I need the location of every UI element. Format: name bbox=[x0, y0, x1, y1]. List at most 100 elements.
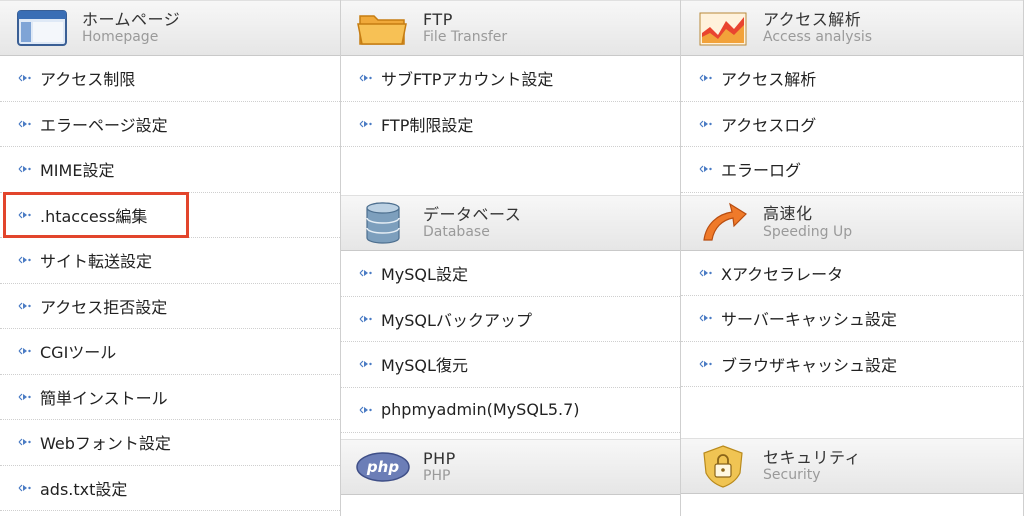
php-title: PHP bbox=[423, 448, 456, 468]
menu-item-label: CGIツール bbox=[40, 343, 117, 363]
arrow-icon bbox=[18, 482, 32, 494]
folder-icon bbox=[355, 5, 411, 51]
database-subtitle: Database bbox=[423, 224, 490, 241]
ftp-section-header: FTP File Transfer bbox=[341, 0, 680, 56]
menu-item-label: ブラウザキャッシュ設定 bbox=[721, 355, 898, 375]
homepage-section-header: ホームページ Homepage bbox=[0, 0, 340, 56]
menu-item-label: サイト転送設定 bbox=[40, 252, 153, 272]
menu-item-label: MySQLバックアップ bbox=[381, 310, 532, 330]
menu-item-mime[interactable]: MIME設定 bbox=[0, 147, 340, 193]
lock-icon bbox=[695, 443, 751, 489]
menu-item-phpmyadmin[interactable]: phpmyadmin(MySQL5.7) bbox=[341, 388, 680, 433]
security-subtitle: Security bbox=[763, 467, 821, 484]
arrow-icon bbox=[699, 312, 713, 324]
speeding-up-subtitle: Speeding Up bbox=[763, 223, 853, 240]
arrow-icon bbox=[18, 72, 32, 84]
homepage-column: ホームページ Homepage アクセス制限 エラーページ設定 MIME設定 .… bbox=[0, 0, 341, 516]
menu-item-site-redirect[interactable]: サイト転送設定 bbox=[0, 238, 340, 284]
arrow-icon bbox=[359, 267, 373, 279]
arrow-icon bbox=[699, 358, 713, 370]
menu-item-cgi-tools[interactable]: CGIツール bbox=[0, 329, 340, 375]
speeding-up-title: 高速化 bbox=[763, 204, 813, 223]
php-subtitle: PHP bbox=[423, 468, 451, 485]
speed-arrow-icon bbox=[695, 200, 751, 246]
window-icon bbox=[14, 5, 70, 51]
arrow-icon bbox=[359, 358, 373, 370]
arrow-icon bbox=[359, 404, 373, 416]
menu-item-label: アクセス解析 bbox=[721, 70, 817, 90]
menu-item-label: サーバーキャッシュ設定 bbox=[721, 310, 897, 330]
menu-item-label: 簡単インストール bbox=[40, 388, 168, 408]
database-section-header: データベース Database bbox=[341, 195, 680, 251]
server-panel-menu: ホームページ Homepage アクセス制限 エラーページ設定 MIME設定 .… bbox=[0, 0, 1024, 516]
menu-item-sub-ftp-account[interactable]: サブFTPアカウント設定 bbox=[341, 56, 680, 102]
speeding-up-section-header: 高速化 Speeding Up bbox=[681, 194, 1023, 251]
arrow-icon bbox=[18, 209, 32, 221]
menu-item-server-cache[interactable]: サーバーキャッシュ設定 bbox=[681, 296, 1023, 342]
menu-item-label: MySQL設定 bbox=[381, 265, 468, 285]
arrow-icon bbox=[699, 118, 713, 130]
menu-item-label: ads.txt設定 bbox=[40, 479, 128, 499]
menu-item-label: MIME設定 bbox=[40, 161, 115, 181]
ftp-database-column: FTP File Transfer サブFTPアカウント設定 FTP制限設定 デ… bbox=[341, 0, 681, 516]
menu-item-label: MySQL復元 bbox=[381, 356, 468, 376]
arrow-icon bbox=[18, 254, 32, 266]
ftp-title: FTP bbox=[423, 9, 453, 29]
menu-item-access-deny[interactable]: アクセス拒否設定 bbox=[0, 284, 340, 329]
menu-item-mysql-backup[interactable]: MySQLバックアップ bbox=[341, 297, 680, 342]
menu-item-htaccess[interactable]: .htaccess編集 bbox=[0, 193, 340, 238]
access-analysis-section-header: アクセス解析 Access analysis bbox=[681, 0, 1023, 56]
arrow-icon bbox=[18, 391, 32, 403]
menu-item-label: サブFTPアカウント設定 bbox=[381, 70, 554, 90]
database-title: データベース bbox=[423, 204, 522, 224]
arrow-icon bbox=[18, 436, 32, 448]
arrow-icon bbox=[18, 163, 32, 175]
homepage-subtitle: Homepage bbox=[82, 29, 159, 46]
arrow-icon bbox=[18, 345, 32, 357]
menu-item-label: アクセスログ bbox=[721, 115, 817, 135]
menu-item-label: Xアクセラレータ bbox=[721, 264, 844, 284]
menu-item-error-log[interactable]: エラーログ bbox=[681, 147, 1023, 193]
menu-item-access-analysis[interactable]: アクセス解析 bbox=[681, 56, 1023, 102]
menu-item-access-restriction[interactable]: アクセス制限 bbox=[0, 56, 340, 102]
menu-item-label: FTP制限設定 bbox=[381, 115, 474, 135]
arrow-icon bbox=[699, 72, 713, 84]
arrow-icon bbox=[18, 300, 32, 312]
menu-item-browser-cache[interactable]: ブラウザキャッシュ設定 bbox=[681, 342, 1023, 387]
menu-item-x-accelerator[interactable]: Xアクセラレータ bbox=[681, 251, 1023, 296]
menu-item-mysql-settings[interactable]: MySQL設定 bbox=[341, 251, 680, 297]
menu-item-error-page[interactable]: エラーページ設定 bbox=[0, 102, 340, 147]
menu-item-label: phpmyadmin(MySQL5.7) bbox=[381, 400, 580, 420]
menu-item-label: Webフォント設定 bbox=[40, 434, 171, 454]
homepage-title: ホームページ bbox=[82, 9, 181, 29]
menu-item-web-font[interactable]: Webフォント設定 bbox=[0, 420, 340, 466]
database-icon bbox=[355, 200, 411, 246]
menu-item-label: エラーログ bbox=[721, 161, 802, 181]
arrow-icon bbox=[699, 163, 713, 175]
arrow-icon bbox=[359, 72, 373, 84]
menu-item-ftp-restriction[interactable]: FTP制限設定 bbox=[341, 102, 680, 147]
security-title: セキュリティ bbox=[763, 447, 862, 467]
php-icon: php bbox=[355, 444, 411, 490]
empty-row bbox=[341, 147, 680, 195]
menu-item-label: アクセス拒否設定 bbox=[40, 297, 168, 317]
menu-item-label: アクセス制限 bbox=[40, 70, 136, 90]
menu-item-access-log[interactable]: アクセスログ bbox=[681, 102, 1023, 147]
php-icon-text: php bbox=[366, 458, 399, 476]
ftp-subtitle: File Transfer bbox=[423, 29, 508, 46]
chart-icon bbox=[695, 5, 751, 51]
analysis-speed-column: アクセス解析 Access analysis アクセス解析 アクセスログ エラー… bbox=[681, 0, 1024, 516]
menu-item-ads-txt[interactable]: ads.txt設定 bbox=[0, 466, 340, 511]
arrow-icon bbox=[18, 118, 32, 130]
arrow-icon bbox=[359, 313, 373, 325]
access-analysis-title: アクセス解析 bbox=[763, 9, 862, 29]
security-section-header: セキュリティ Security bbox=[681, 438, 1023, 494]
menu-item-label: .htaccess編集 bbox=[40, 206, 148, 226]
access-analysis-subtitle: Access analysis bbox=[763, 29, 873, 46]
menu-item-label: エラーページ設定 bbox=[40, 115, 168, 135]
empty-row bbox=[681, 387, 1023, 438]
menu-item-mysql-restore[interactable]: MySQL復元 bbox=[341, 342, 680, 388]
arrow-icon bbox=[699, 267, 713, 279]
arrow-icon bbox=[359, 118, 373, 130]
menu-item-easy-install[interactable]: 簡単インストール bbox=[0, 375, 340, 420]
